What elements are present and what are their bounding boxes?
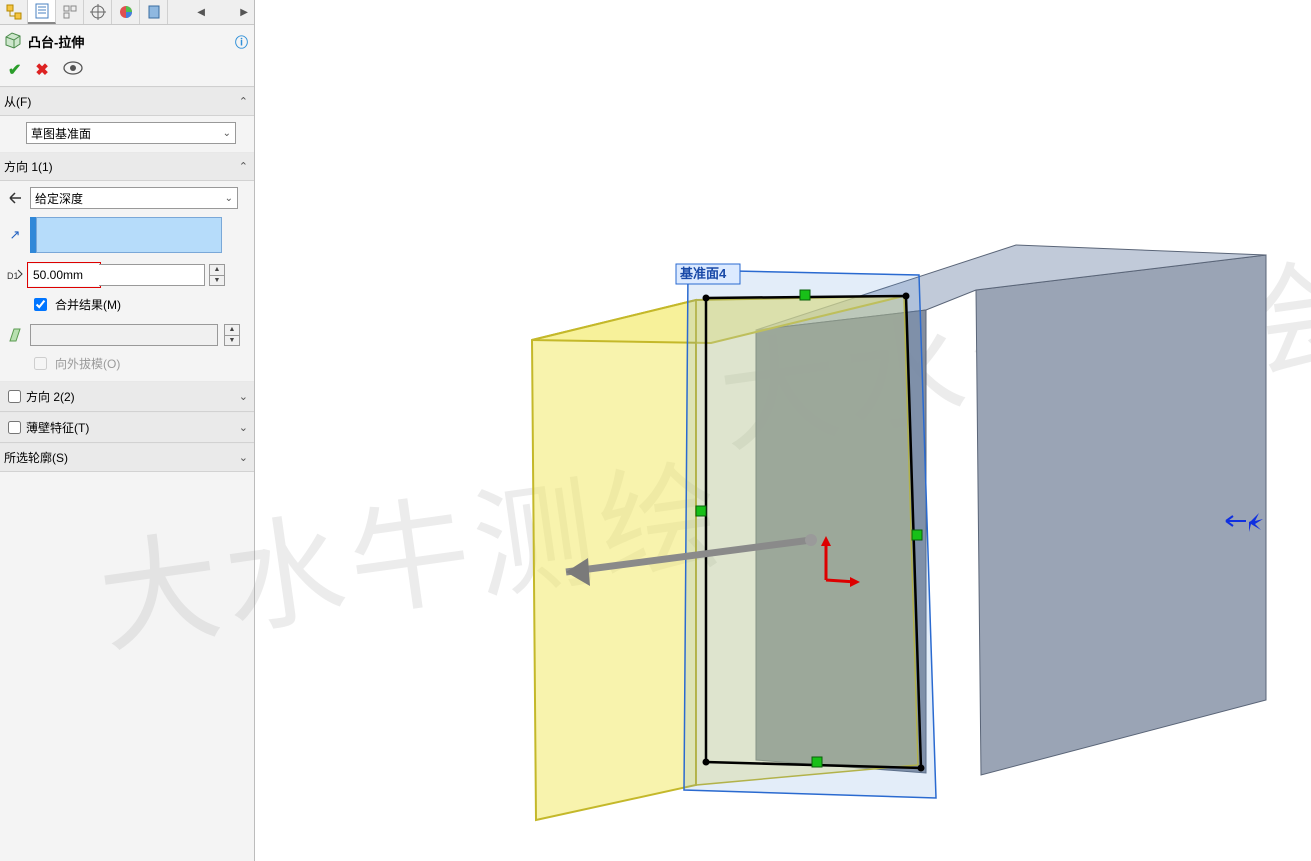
section-dir1-body: 给定深度 ⌄ ↗ D1 ▲ ▼ 合并结 <box>0 181 254 381</box>
feature-title: 凸台-拉伸 <box>28 32 84 51</box>
direction-selection-box[interactable] <box>30 217 222 253</box>
collapse-icon[interactable]: ⌃ <box>239 95 248 108</box>
tab-property-manager[interactable] <box>28 0 56 24</box>
view-orientation-triad[interactable] <box>1221 506 1271 536</box>
section-contour-header[interactable]: 所选轮廓(S) ⌄ <box>0 443 254 472</box>
preview-button[interactable] <box>63 61 83 80</box>
target-icon <box>90 4 106 20</box>
tree-icon <box>6 4 22 20</box>
endcondition-dropdown[interactable]: 给定深度 ⌄ <box>30 187 238 209</box>
ok-button[interactable]: ✔ <box>8 60 21 80</box>
book-icon <box>146 4 162 20</box>
property-manager-panel: ◀ ▶ 凸台-拉伸 ⓘ ✔ ✖ 从(F) ⌃ 草图基准面 ⌄ 方向 1(1) ⌃ <box>0 0 255 861</box>
draft-angle-input[interactable] <box>30 324 218 346</box>
tab-extra-1[interactable] <box>140 0 168 24</box>
depth-input[interactable] <box>29 264 99 286</box>
endcondition-value: 给定深度 <box>35 190 83 207</box>
tab-overflow-left[interactable]: ◀ <box>191 7 211 18</box>
tab-dimxpert[interactable] <box>84 0 112 24</box>
svg-text:D1: D1 <box>7 271 19 281</box>
expand-icon[interactable]: ⌄ <box>239 451 248 464</box>
merge-result-label: 合并结果(M) <box>55 296 121 313</box>
depth-input-ext <box>99 264 205 286</box>
graphics-viewport[interactable]: 大水牛测绘 大水牛测绘 基准面4 <box>256 0 1311 861</box>
spinner-up[interactable]: ▲ <box>225 325 239 336</box>
expand-icon[interactable]: ⌄ <box>239 390 248 403</box>
reference-plane[interactable]: 基准面4 <box>676 264 936 798</box>
section-dir2-label: 方向 2(2) <box>26 388 75 405</box>
direction-arrow-icon[interactable]: ↗ <box>6 227 24 243</box>
section-thin-header[interactable]: 薄壁特征(T) ⌄ <box>0 412 254 443</box>
section-thin-label: 薄壁特征(T) <box>26 419 89 436</box>
plane-label: 基准面4 <box>679 266 727 281</box>
section-dir1-label: 方向 1(1) <box>4 158 53 175</box>
tab-display[interactable] <box>112 0 140 24</box>
tab-configuration[interactable] <box>56 0 84 24</box>
dir2-checkbox[interactable] <box>8 390 21 403</box>
tab-feature-manager[interactable] <box>0 0 28 24</box>
section-dir2-header[interactable]: 方向 2(2) ⌄ <box>0 381 254 412</box>
thin-checkbox[interactable] <box>8 421 21 434</box>
manager-tabstrip: ◀ ▶ <box>0 0 254 25</box>
section-from-header[interactable]: 从(F) ⌃ <box>0 87 254 116</box>
from-dropdown[interactable]: 草图基准面 ⌄ <box>26 122 236 144</box>
chevron-down-icon: ⌄ <box>225 193 233 204</box>
merge-result-checkbox[interactable] <box>34 298 47 311</box>
draft-spinner[interactable]: ▲ ▼ <box>224 324 240 346</box>
config-icon <box>62 4 78 20</box>
action-row: ✔ ✖ <box>0 56 254 87</box>
collapse-icon[interactable]: ⌃ <box>239 160 248 173</box>
help-button[interactable]: ⓘ <box>235 32 248 51</box>
appearance-icon <box>118 4 134 20</box>
cancel-button[interactable]: ✖ <box>35 60 48 80</box>
spinner-down[interactable]: ▼ <box>210 276 224 286</box>
draft-outward-label: 向外拔模(O) <box>55 355 120 372</box>
expand-icon[interactable]: ⌄ <box>239 421 248 434</box>
reverse-direction-button[interactable] <box>6 190 24 206</box>
depth-spinner[interactable]: ▲ ▼ <box>209 264 225 286</box>
depth-icon: D1 <box>6 268 24 282</box>
draft-outward-checkbox <box>34 357 47 370</box>
section-from-body: 草图基准面 ⌄ <box>0 116 254 152</box>
chevron-down-icon: ⌄ <box>223 128 231 139</box>
section-contour-label: 所选轮廓(S) <box>4 449 68 466</box>
extrude-icon <box>4 31 22 52</box>
depth-input-highlight <box>28 263 100 287</box>
section-from-label: 从(F) <box>4 93 31 110</box>
spinner-down[interactable]: ▼ <box>225 336 239 346</box>
from-dropdown-value: 草图基准面 <box>31 125 91 142</box>
scene-svg: 基准面4 <box>256 0 1311 861</box>
draft-icon[interactable] <box>6 327 24 343</box>
spinner-up[interactable]: ▲ <box>210 265 224 276</box>
tab-overflow-right[interactable]: ▶ <box>234 7 254 18</box>
section-dir1-header[interactable]: 方向 1(1) ⌃ <box>0 152 254 181</box>
page-icon <box>34 3 50 19</box>
feature-title-row: 凸台-拉伸 ⓘ <box>0 25 254 56</box>
